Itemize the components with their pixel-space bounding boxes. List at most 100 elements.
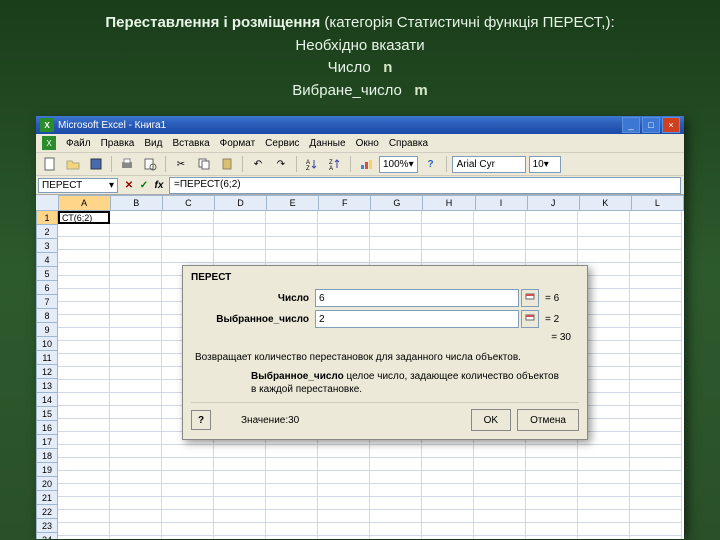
- cell[interactable]: [162, 471, 214, 484]
- cell[interactable]: [162, 237, 214, 250]
- cell[interactable]: [58, 328, 110, 341]
- cell[interactable]: [214, 224, 266, 237]
- cell[interactable]: [318, 484, 370, 497]
- cell[interactable]: [422, 458, 474, 471]
- cell[interactable]: [110, 224, 162, 237]
- cell[interactable]: [318, 224, 370, 237]
- cell[interactable]: [162, 484, 214, 497]
- cell[interactable]: [630, 471, 682, 484]
- row-header[interactable]: 8: [36, 309, 58, 323]
- col-header[interactable]: B: [111, 195, 163, 211]
- cell[interactable]: [162, 536, 214, 539]
- help-icon[interactable]: ?: [421, 154, 441, 174]
- undo-icon[interactable]: ↶: [248, 154, 268, 174]
- cell[interactable]: [422, 510, 474, 523]
- cell[interactable]: [370, 237, 422, 250]
- cell[interactable]: [266, 237, 318, 250]
- cell[interactable]: [578, 211, 630, 224]
- cell[interactable]: [58, 406, 110, 419]
- cell[interactable]: [474, 211, 526, 224]
- cell[interactable]: [630, 484, 682, 497]
- cell[interactable]: [214, 497, 266, 510]
- sort-desc-icon[interactable]: ZA: [325, 154, 345, 174]
- row-header[interactable]: 9: [36, 323, 58, 337]
- cell[interactable]: [474, 497, 526, 510]
- menu-data[interactable]: Данные: [309, 138, 345, 149]
- formula-cancel-icon[interactable]: ✕: [122, 178, 136, 192]
- cell[interactable]: [370, 471, 422, 484]
- cell[interactable]: [162, 445, 214, 458]
- cell[interactable]: [526, 510, 578, 523]
- cell[interactable]: [58, 250, 110, 263]
- row-header[interactable]: 12: [36, 365, 58, 379]
- cell[interactable]: [370, 458, 422, 471]
- cell[interactable]: [110, 289, 162, 302]
- cell[interactable]: [214, 211, 266, 224]
- zoom-box[interactable]: 100% ▾: [379, 156, 418, 173]
- font-name-box[interactable]: Arial Cyr: [452, 156, 526, 173]
- cell[interactable]: [110, 510, 162, 523]
- row-header[interactable]: 10: [36, 337, 58, 351]
- fx-icon[interactable]: fx: [152, 178, 166, 192]
- cell[interactable]: [58, 484, 110, 497]
- cell[interactable]: [422, 471, 474, 484]
- cell[interactable]: [58, 237, 110, 250]
- new-icon[interactable]: [40, 154, 60, 174]
- col-header[interactable]: G: [371, 195, 423, 211]
- arg2-input[interactable]: 2: [315, 310, 519, 328]
- cell[interactable]: [162, 211, 214, 224]
- cell[interactable]: [162, 224, 214, 237]
- cell[interactable]: [630, 510, 682, 523]
- cell[interactable]: [474, 250, 526, 263]
- row-header[interactable]: 2: [36, 225, 58, 239]
- cell[interactable]: [630, 458, 682, 471]
- cell[interactable]: [266, 211, 318, 224]
- cell[interactable]: [266, 458, 318, 471]
- cell[interactable]: [266, 445, 318, 458]
- cell[interactable]: [266, 484, 318, 497]
- menu-help[interactable]: Справка: [389, 138, 428, 149]
- ok-button[interactable]: OK: [471, 409, 511, 431]
- select-all-corner[interactable]: [36, 195, 59, 211]
- cell[interactable]: [474, 237, 526, 250]
- cell[interactable]: [318, 458, 370, 471]
- cell[interactable]: [266, 497, 318, 510]
- cut-icon[interactable]: ✂: [171, 154, 191, 174]
- cell[interactable]: [214, 445, 266, 458]
- cell[interactable]: [58, 302, 110, 315]
- row-header[interactable]: 23: [36, 519, 58, 533]
- col-header[interactable]: F: [319, 195, 371, 211]
- row-header[interactable]: 16: [36, 421, 58, 435]
- cell[interactable]: [526, 211, 578, 224]
- row-header[interactable]: 5: [36, 267, 58, 281]
- row-header[interactable]: 18: [36, 449, 58, 463]
- preview-icon[interactable]: [140, 154, 160, 174]
- cell[interactable]: [630, 380, 682, 393]
- cell[interactable]: [318, 250, 370, 263]
- cell[interactable]: [58, 536, 110, 539]
- maximize-button[interactable]: □: [642, 117, 660, 133]
- cell[interactable]: [318, 211, 370, 224]
- cell[interactable]: [630, 315, 682, 328]
- cell[interactable]: [318, 497, 370, 510]
- formula-input[interactable]: =ПЕРЕСТ(6;2): [169, 177, 681, 194]
- cell[interactable]: [422, 224, 474, 237]
- col-header[interactable]: D: [215, 195, 267, 211]
- cell[interactable]: [422, 536, 474, 539]
- row-header[interactable]: 11: [36, 351, 58, 365]
- cell[interactable]: [58, 458, 110, 471]
- cell[interactable]: [370, 536, 422, 539]
- save-icon[interactable]: [86, 154, 106, 174]
- cell[interactable]: [58, 419, 110, 432]
- cell[interactable]: [578, 523, 630, 536]
- cell[interactable]: [422, 445, 474, 458]
- cell[interactable]: [422, 484, 474, 497]
- cell[interactable]: [474, 536, 526, 539]
- cell[interactable]: [578, 250, 630, 263]
- cell[interactable]: [110, 354, 162, 367]
- cell[interactable]: [474, 523, 526, 536]
- open-icon[interactable]: [63, 154, 83, 174]
- cell[interactable]: [214, 471, 266, 484]
- cell[interactable]: [162, 458, 214, 471]
- copy-icon[interactable]: [194, 154, 214, 174]
